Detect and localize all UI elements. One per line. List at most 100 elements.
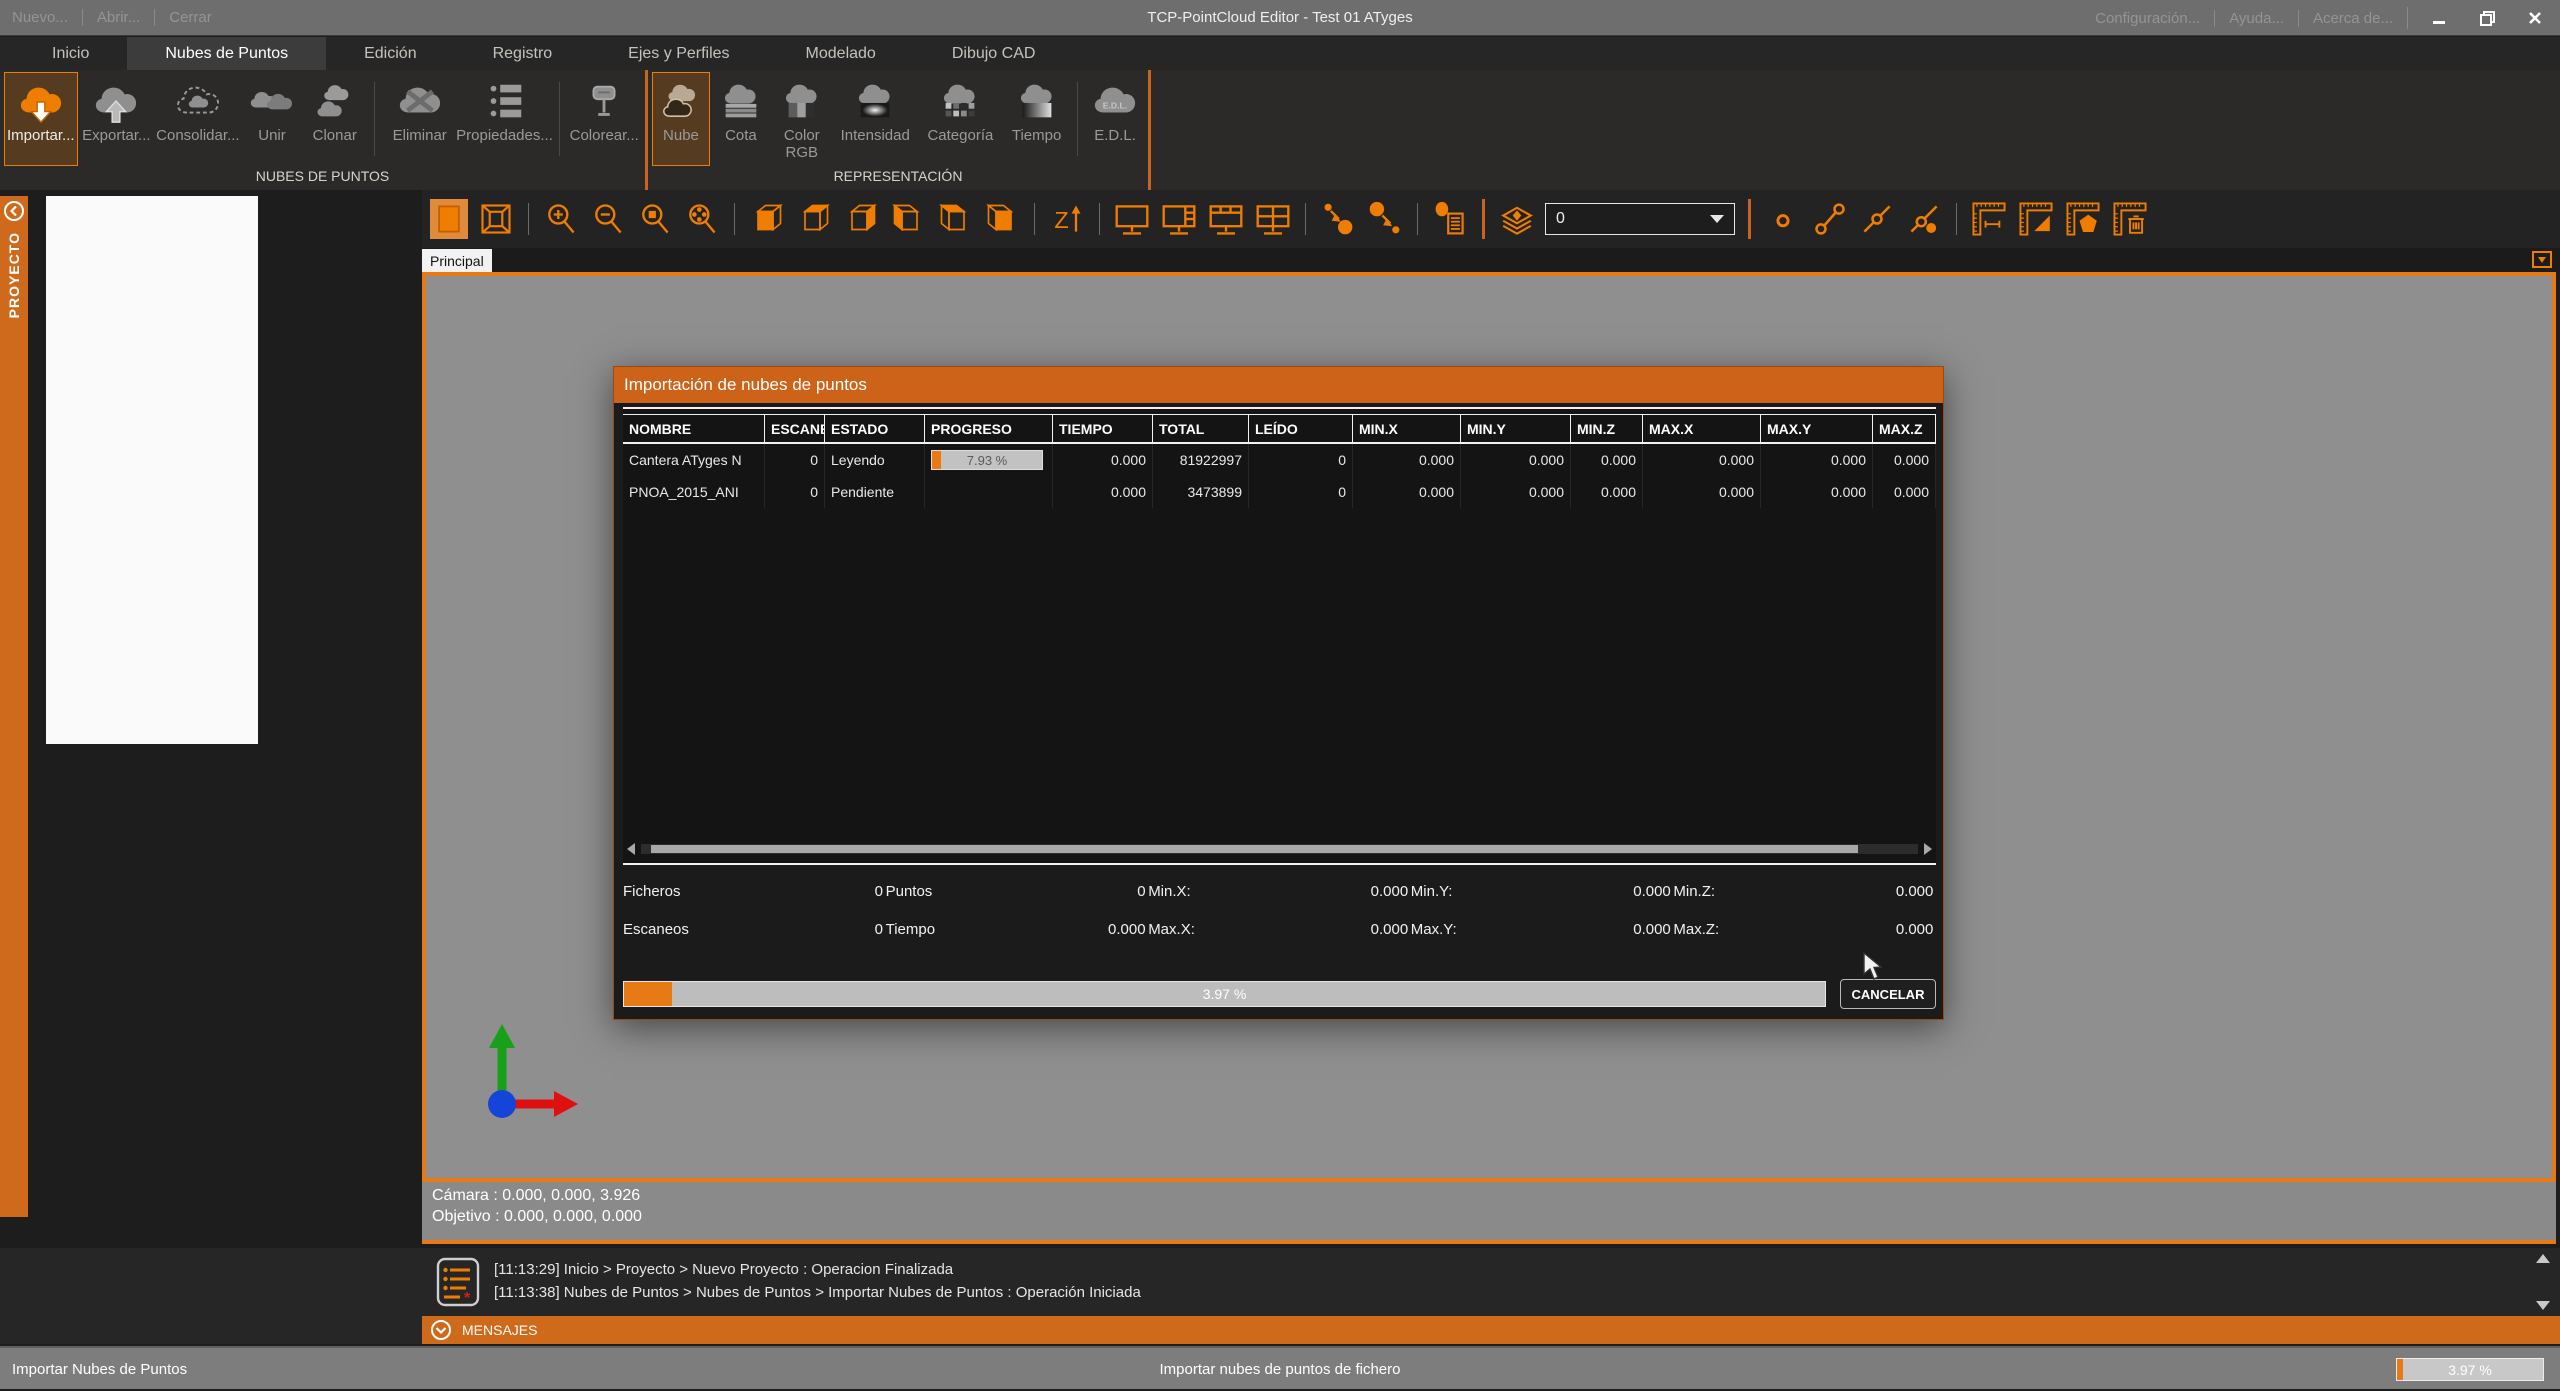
view-bottom-button[interactable] bbox=[983, 199, 1021, 239]
zoom-extents-icon bbox=[689, 204, 716, 234]
zoom-window-button[interactable] bbox=[636, 199, 674, 239]
color-rgb-button[interactable]: Color RGB bbox=[772, 72, 832, 166]
view-top-button[interactable] bbox=[936, 199, 974, 239]
log-scroll-down-icon[interactable] bbox=[2536, 1301, 2550, 1310]
tab-principal[interactable]: Principal bbox=[422, 249, 492, 272]
layout-quad-button[interactable] bbox=[1254, 199, 1292, 239]
column-header[interactable]: MAX.Y bbox=[1761, 415, 1873, 442]
column-header[interactable]: ESCANEOS bbox=[765, 415, 825, 442]
intensidad-button[interactable]: Intensidad bbox=[834, 72, 917, 166]
log-scroll-up-icon[interactable] bbox=[2536, 1254, 2550, 1263]
view-back-button[interactable] bbox=[795, 199, 833, 239]
render-solid-button[interactable] bbox=[430, 199, 468, 239]
column-header[interactable]: MIN.X bbox=[1353, 415, 1461, 442]
layout-single-button[interactable] bbox=[1113, 199, 1151, 239]
cloud-mode-icon bbox=[657, 79, 705, 125]
zoom-in-button[interactable] bbox=[542, 199, 580, 239]
table-row[interactable]: Cantera ATyges N 0 Leyendo 7.93 % 0.000 … bbox=[623, 444, 1936, 476]
clonar-button[interactable]: Clonar bbox=[303, 72, 366, 166]
tab-nubes-de-puntos[interactable]: Nubes de Puntos bbox=[127, 37, 327, 70]
scrollbar-thumb[interactable] bbox=[651, 845, 1858, 853]
column-header[interactable]: TOTAL bbox=[1153, 415, 1249, 442]
log-alert-asterisk: * bbox=[464, 1290, 471, 1307]
tiempo-button[interactable]: Tiempo bbox=[1004, 72, 1069, 166]
collapse-messages-icon[interactable] bbox=[430, 1319, 452, 1341]
cancel-button[interactable]: CANCELAR bbox=[1840, 979, 1936, 1009]
unir-button[interactable]: Unir bbox=[243, 72, 302, 166]
view-front-button[interactable] bbox=[748, 199, 786, 239]
point-icon bbox=[1776, 214, 1790, 228]
column-header[interactable]: PROGRESO bbox=[925, 415, 1053, 442]
column-header[interactable]: NOMBRE bbox=[623, 415, 765, 442]
layout-top-row-button[interactable] bbox=[1207, 199, 1245, 239]
horizontal-scrollbar[interactable] bbox=[627, 841, 1932, 857]
categoria-button[interactable]: Categoría bbox=[919, 72, 1002, 166]
menu-acerca-de[interactable]: Acerca de... bbox=[2313, 10, 2393, 27]
titlebar-separator bbox=[2297, 9, 2299, 27]
point-info-button[interactable] bbox=[1431, 199, 1469, 239]
zoom-out-button[interactable] bbox=[589, 199, 627, 239]
zoom-extents-button[interactable] bbox=[683, 199, 721, 239]
point-size-decrease-icon bbox=[1369, 201, 1400, 234]
ribbon-button-label: Propiedades... bbox=[456, 127, 553, 144]
view-tabs-menu-icon[interactable] bbox=[2532, 251, 2552, 268]
scroll-right-icon[interactable] bbox=[1924, 843, 1932, 855]
render-wireframe-button[interactable] bbox=[477, 199, 515, 239]
x-axis-arrow bbox=[554, 1091, 578, 1117]
messages-bar[interactable]: MENSAJES bbox=[422, 1316, 2560, 1344]
point-size-increase-button[interactable] bbox=[1319, 199, 1357, 239]
measure-polygon-button[interactable] bbox=[2064, 199, 2102, 239]
midpoint-button[interactable] bbox=[1858, 199, 1896, 239]
scroll-left-icon[interactable] bbox=[627, 843, 635, 855]
measure-distance-button[interactable] bbox=[1970, 199, 2008, 239]
consolidar-button[interactable]: Consolidar... bbox=[155, 72, 240, 166]
tab-registro[interactable]: Registro bbox=[455, 37, 591, 70]
edl-button[interactable]: E.D.L. E.D.L. bbox=[1086, 72, 1144, 166]
menu-configuracion[interactable]: Configuración... bbox=[2095, 10, 2200, 27]
toolbar-separator bbox=[1417, 203, 1418, 235]
layers-button[interactable] bbox=[1498, 199, 1536, 239]
view-left-button[interactable] bbox=[842, 199, 880, 239]
collapse-panel-icon[interactable] bbox=[3, 200, 25, 222]
project-tree-panel[interactable] bbox=[46, 196, 258, 744]
ribbon-button-label: Consolidar... bbox=[156, 127, 240, 144]
colorear-button[interactable]: Colorear... bbox=[567, 72, 641, 166]
cota-button[interactable]: Cota bbox=[712, 72, 770, 166]
column-header[interactable]: TIEMPO bbox=[1053, 415, 1153, 442]
z-up-button[interactable]: Z bbox=[1048, 199, 1086, 239]
tab-dibujo-cad[interactable]: Dibujo CAD bbox=[914, 37, 1074, 70]
close-button[interactable] bbox=[2518, 0, 2552, 36]
minimize-button[interactable] bbox=[2422, 0, 2456, 36]
propiedades-button[interactable]: Propiedades... bbox=[456, 72, 553, 166]
column-header[interactable]: LEÍDO bbox=[1249, 415, 1353, 442]
draw-segment-button[interactable] bbox=[1811, 199, 1849, 239]
nearest-point-button[interactable] bbox=[1905, 199, 1943, 239]
eliminar-button[interactable]: Eliminar bbox=[383, 72, 457, 166]
clear-measurements-button[interactable] bbox=[2111, 199, 2149, 239]
layer-select-dropdown[interactable]: 0 bbox=[1545, 203, 1735, 235]
column-header[interactable]: ESTADO bbox=[825, 415, 925, 442]
tab-inicio[interactable]: Inicio bbox=[14, 37, 127, 70]
column-header[interactable]: MIN.Z bbox=[1571, 415, 1643, 442]
svg-text:Z: Z bbox=[1054, 207, 1068, 233]
tab-edicion[interactable]: Edición bbox=[326, 37, 454, 70]
tab-modelado[interactable]: Modelado bbox=[768, 37, 914, 70]
layout-right-panel-button[interactable] bbox=[1160, 199, 1198, 239]
view-right-button[interactable] bbox=[889, 199, 927, 239]
point-size-decrease-button[interactable] bbox=[1366, 199, 1404, 239]
column-header[interactable]: MIN.Y bbox=[1461, 415, 1571, 442]
nube-button[interactable]: Nube bbox=[652, 72, 710, 166]
log-message: [11:13:38] Nubes de Puntos > Nubes de Pu… bbox=[494, 1284, 1141, 1301]
tab-ejes-y-perfiles[interactable]: Ejes y Perfiles bbox=[590, 37, 767, 70]
draw-point-button[interactable] bbox=[1764, 199, 1802, 239]
restore-button[interactable] bbox=[2470, 0, 2504, 36]
ribbon-button-label: Colorear... bbox=[569, 127, 639, 144]
column-header[interactable]: MAX.X bbox=[1643, 415, 1761, 442]
exportar-button[interactable]: Exportar... bbox=[80, 72, 154, 166]
menu-ayuda[interactable]: Ayuda... bbox=[2229, 10, 2284, 27]
measure-area-button[interactable] bbox=[2017, 199, 2055, 239]
importar-button[interactable]: Importar... bbox=[4, 72, 78, 166]
ribbon-button-label: Tiempo bbox=[1011, 127, 1062, 144]
table-row[interactable]: PNOA_2015_ANI 0 Pendiente 0.000 3473899 … bbox=[623, 476, 1936, 508]
column-header[interactable]: MAX.Z bbox=[1873, 415, 1936, 442]
